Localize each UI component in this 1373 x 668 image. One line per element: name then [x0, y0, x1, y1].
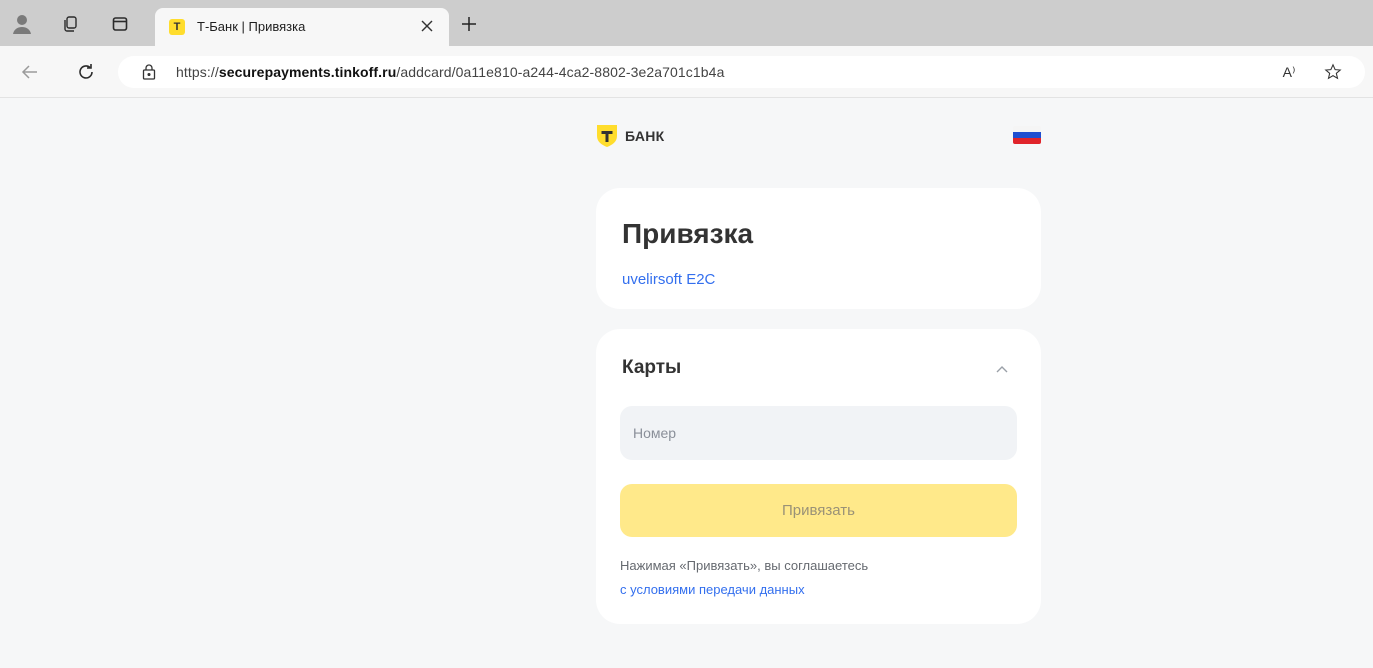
read-aloud-icon[interactable]: A⁾ — [1276, 60, 1302, 84]
favorite-star-icon[interactable] — [1321, 60, 1345, 84]
cards-section-title: Карты — [622, 357, 682, 378]
url-scheme: https:// — [176, 64, 219, 80]
back-arrow-icon[interactable] — [18, 60, 42, 84]
url-text[interactable]: https://securepayments.tinkoff.ru/addcar… — [176, 64, 724, 80]
tab-title: Т-Банк | Привязка — [197, 19, 306, 34]
bind-card-button[interactable]: Привязать — [620, 484, 1017, 537]
terms-text: Нажимая «Привязать», вы соглашаетесь — [620, 558, 869, 573]
reload-icon[interactable] — [74, 60, 98, 84]
russian-flag-icon[interactable] — [1013, 126, 1041, 144]
browser-toolbar: https://securepayments.tinkoff.ru/addcar… — [0, 46, 1373, 98]
data-transfer-terms-link[interactable]: с условиями передачи данных — [620, 582, 805, 597]
tab-actions-icon[interactable] — [108, 12, 132, 36]
new-tab-icon[interactable] — [458, 13, 480, 35]
merchant-name: uvelirsoft E2C — [622, 271, 716, 288]
logo-text: БАНК — [625, 128, 665, 144]
address-bar[interactable]: https://securepayments.tinkoff.ru/addcar… — [118, 56, 1365, 88]
workspaces-icon[interactable] — [58, 12, 82, 36]
lock-icon[interactable] — [140, 63, 158, 81]
url-path: /addcard/0a11e810-a244-4ca2-8802-3e2a701… — [396, 64, 725, 80]
title-card: Привязка uvelirsoft E2C — [596, 188, 1041, 309]
card-number-input[interactable] — [620, 406, 1017, 460]
cards-form-card: Карты Привязать Нажимая «Привязать», вы … — [596, 329, 1041, 624]
close-tab-icon[interactable] — [417, 16, 437, 36]
tbank-logo[interactable]: БАНК — [596, 124, 665, 148]
tbank-shield-icon — [597, 125, 617, 147]
page-body: БАНК Привязка uvelirsoft E2C Карты Привя… — [0, 98, 1373, 668]
url-host: securepayments.tinkoff.ru — [218, 64, 397, 80]
profile-icon[interactable] — [10, 12, 34, 36]
active-tab[interactable]: Т Т-Банк | Привязка — [155, 8, 449, 46]
browser-tab-bar: Т Т-Банк | Привязка — [0, 0, 1373, 46]
page-title: Привязка — [622, 218, 754, 249]
tbank-favicon-icon: Т — [169, 19, 185, 35]
chevron-up-icon[interactable] — [992, 359, 1012, 379]
